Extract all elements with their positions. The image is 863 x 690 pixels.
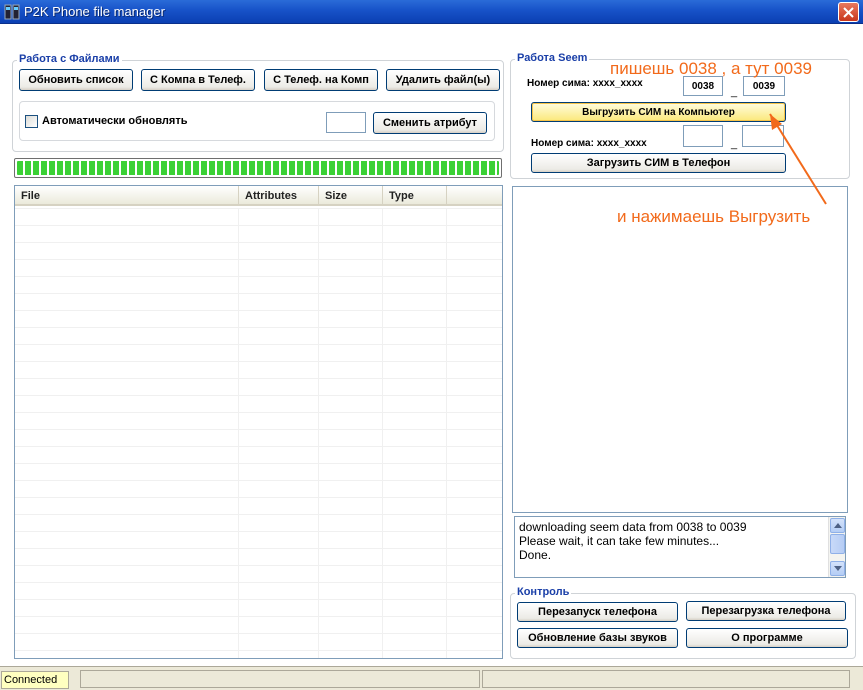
annotation-top: пишешь 0038 , а тут 0039: [610, 59, 812, 78]
options-subgroup: Автоматически обновлять Сменить атрибут: [19, 101, 495, 141]
pc-to-phone-button[interactable]: С Компа в Телеф.: [141, 69, 255, 91]
change-attribute-button[interactable]: Сменить атрибут: [373, 112, 487, 134]
auto-update-checkbox[interactable]: [25, 115, 38, 128]
scroll-up-button[interactable]: [830, 518, 845, 533]
annotation-side: и нажимаешь Выгрузить: [617, 207, 811, 226]
download-seem-button[interactable]: Выгрузить СИМ на Компьютер: [531, 102, 786, 122]
refresh-list-button[interactable]: Обновить список: [19, 69, 133, 91]
scroll-thumb[interactable]: [830, 534, 845, 554]
control-group-title: Контроль: [515, 586, 572, 598]
attribute-field[interactable]: [326, 112, 366, 133]
progress-bar: [14, 158, 502, 178]
phone-to-pc-button[interactable]: С Телеф. на Комп: [264, 69, 378, 91]
column-type[interactable]: Type: [383, 186, 447, 206]
files-group-title: Работа с Файлами: [17, 53, 122, 65]
control-group: Контроль Перезапуск телефона Перезагрузк…: [510, 586, 856, 659]
log-box[interactable]: downloading seem data from 0038 to 0039 …: [514, 516, 846, 578]
auto-update-label: Автоматически обновлять: [42, 115, 188, 127]
close-icon: [843, 6, 854, 18]
seem-from-field[interactable]: 0038: [683, 76, 723, 96]
column-attributes[interactable]: Attributes: [239, 186, 319, 206]
about-button[interactable]: О программе: [686, 628, 848, 648]
file-list[interactable]: File Attributes Size Type: [14, 185, 503, 659]
log-line: downloading seem data from 0038 to 0039: [519, 520, 747, 534]
log-lines: downloading seem data from 0038 to 0039 …: [519, 520, 747, 562]
upload-seem-button[interactable]: Загрузить СИМ в Телефон: [531, 153, 786, 173]
files-group: Работа с Файлами Обновить список С Компа…: [12, 53, 504, 152]
annotation-arrow: [769, 113, 827, 205]
status-text: Connected: [1, 671, 69, 689]
window-title: P2K Phone file manager: [24, 4, 165, 19]
update-sounds-button[interactable]: Обновление базы звуков: [517, 628, 678, 648]
seem-to-field[interactable]: 0039: [743, 76, 785, 96]
log-scrollbar[interactable]: [828, 517, 845, 577]
reboot-phone-button[interactable]: Перезагрузка телефона: [686, 601, 846, 621]
title-bar[interactable]: P2K Phone file manager: [0, 0, 863, 24]
column-file[interactable]: File: [15, 186, 239, 206]
file-list-rows[interactable]: [15, 208, 502, 658]
chevron-up-icon: [833, 523, 842, 528]
scroll-down-button[interactable]: [830, 561, 845, 576]
seem-from-field-2[interactable]: [683, 125, 723, 147]
seem-number-label-2: Номер сима: xxxx_xxxx: [531, 138, 647, 149]
status-cell-2: [80, 670, 480, 688]
delete-files-button[interactable]: Удалить файл(ы): [386, 69, 500, 91]
close-button[interactable]: [838, 2, 859, 22]
log-line: Done.: [519, 548, 552, 562]
progress-fill: [17, 161, 499, 175]
restart-phone-button[interactable]: Перезапуск телефона: [517, 602, 678, 622]
app-icon: [4, 4, 20, 20]
log-line: Please wait, it can take few minutes...: [519, 534, 720, 548]
status-cell-3: [482, 670, 850, 688]
seem-number-label: Номер сима: xxxx_xxxx: [527, 78, 643, 89]
seem-group-title: Работа Seem: [515, 52, 590, 64]
seem-data-panel[interactable]: [512, 186, 848, 513]
seem-separator-2: _: [731, 138, 738, 150]
seem-separator: _: [731, 86, 738, 98]
file-list-header: File Attributes Size Type: [15, 186, 502, 206]
status-bar: Connected: [0, 666, 863, 690]
chevron-down-icon: [833, 566, 842, 571]
column-size[interactable]: Size: [319, 186, 383, 206]
